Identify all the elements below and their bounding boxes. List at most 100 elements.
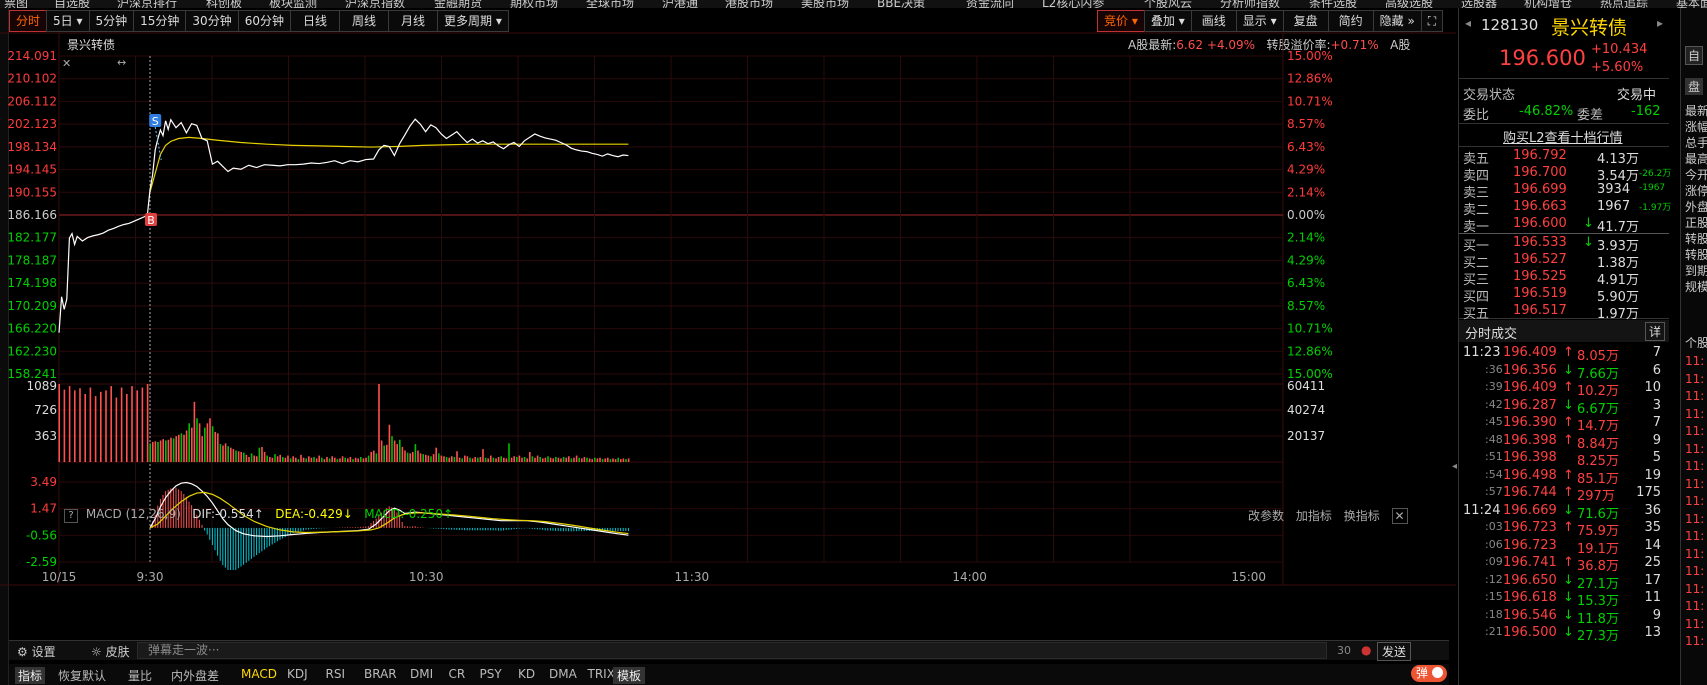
top-menu-item[interactable]: 机构增仓 — [1524, 0, 1572, 8]
trade-volume: 36.8万 — [1577, 559, 1619, 574]
ticks-detail-button[interactable]: 详 — [1645, 322, 1666, 341]
volume-bar — [432, 454, 435, 462]
volume-bar — [105, 390, 107, 462]
volume-bar — [352, 459, 354, 462]
volume-bar — [232, 449, 235, 462]
indicator-tab-psy[interactable]: PSY — [480, 667, 502, 681]
book-price: 196.533 — [1513, 235, 1567, 250]
macd-value: MACD:-0.250↑ — [364, 507, 454, 521]
edit-params-link[interactable]: 改参数 — [1248, 509, 1284, 523]
volume-bar — [178, 434, 180, 462]
volume-bar — [552, 458, 554, 462]
up-arrow-icon: ↑ — [1563, 380, 1574, 395]
side-panel-item: 正股 — [1685, 216, 1707, 230]
pct-tick-label: 8.57% — [1287, 299, 1325, 313]
macd-title: MACD (12,26,9) — [85, 507, 181, 521]
next-stock-icon[interactable]: ▸ — [1657, 16, 1663, 30]
pct-tick-label: 15.00% — [1287, 49, 1333, 63]
volume-bar — [471, 458, 474, 462]
trade-status: 交易中 — [1617, 88, 1657, 103]
indicator-tab-macd[interactable]: MACD — [241, 667, 277, 681]
emoji-icon[interactable]: ● — [1361, 643, 1371, 657]
add-indicator-link[interactable]: 加指标 — [1296, 509, 1332, 523]
volume-bar — [625, 459, 627, 462]
danmu-toggle[interactable]: 弹 — [1411, 665, 1447, 682]
book-price: 196.600 — [1513, 216, 1567, 231]
book-price: 196.792 — [1513, 148, 1567, 163]
prev-stock-icon[interactable]: ◂ — [1465, 16, 1471, 30]
settings-button[interactable]: ⚙ 设置 — [17, 643, 56, 660]
down-arrow-icon: ↓ — [1563, 625, 1574, 640]
side-panel-trade-time: 11: — [1685, 389, 1705, 403]
indicator-tab-rsi[interactable]: RSI — [326, 667, 346, 681]
down-arrow-icon: ↓ — [1563, 590, 1574, 605]
top-menu-item[interactable]: 基本面资讯 — [1676, 0, 1707, 8]
volume-bar — [258, 447, 261, 462]
volume-bar — [74, 390, 76, 462]
price-tick-label: 214.091 — [7, 49, 57, 63]
indicator-tab-量比[interactable]: 量比 — [128, 667, 152, 684]
indicator-tab-brar[interactable]: BRAR — [364, 667, 397, 681]
volume-bar — [570, 458, 573, 462]
side-panel-trade-time: 11: — [1685, 494, 1705, 508]
side-panel-trade-time: 11: — [1685, 371, 1705, 386]
volume-bar — [591, 459, 593, 462]
volume-bar — [79, 388, 81, 462]
volume-bar — [287, 455, 289, 462]
volume-bar — [490, 455, 492, 462]
volume-bar — [115, 397, 118, 462]
time-label: 11:30 — [675, 570, 710, 584]
indicator-tab-kd[interactable]: KD — [518, 667, 535, 681]
side-panel-trade-time: 11: — [1685, 616, 1705, 631]
skin-button[interactable]: ☼ 皮肤 — [91, 643, 130, 660]
volume-bar — [425, 454, 427, 462]
indicator-tab-cr[interactable]: CR — [449, 667, 466, 681]
volume-bar — [282, 456, 284, 462]
danmu-input[interactable]: 弹幕走一波··· — [137, 642, 1327, 659]
volume-bar — [461, 458, 463, 462]
l2-link[interactable]: 购买L2查看十档行情 — [1503, 127, 1623, 146]
pct-tick-label: 4.29% — [1287, 253, 1325, 267]
indicator-tab-dma[interactable]: DMA — [549, 667, 577, 681]
volume-bar — [438, 453, 440, 462]
volume-bar — [386, 444, 388, 462]
price-tick-label: 198.134 — [7, 140, 57, 154]
indicator-tab-trix[interactable]: TRIX — [588, 667, 615, 681]
side-panel-tab2[interactable]: 个股 — [1685, 334, 1707, 351]
palette-icon: ☼ — [91, 645, 102, 659]
book-label: 买四 — [1463, 290, 1490, 305]
volume-bar — [435, 447, 437, 462]
side-panel-trade-time: 11: — [1685, 529, 1705, 543]
indicator-tab-恢复默认[interactable]: 恢复默认 — [58, 667, 106, 684]
side-panel-item: 最高 — [1685, 152, 1707, 166]
volume-bar — [323, 459, 326, 462]
volume-bar — [310, 457, 313, 462]
top-menu-item[interactable]: 选股器 — [1461, 0, 1497, 8]
side-panel-tab[interactable]: 盘 — [1685, 78, 1704, 95]
volume-bar — [409, 453, 411, 462]
switch-indicator-link[interactable]: 换指标 — [1344, 509, 1380, 523]
volume-bar — [404, 450, 406, 462]
volume-bar — [378, 384, 380, 462]
send-button[interactable]: 发送 — [1377, 642, 1412, 661]
side-panel-trade-time: 11: — [1685, 354, 1705, 368]
side-panel-button[interactable]: 自 — [1685, 46, 1704, 65]
indicator-tab-内外盘差[interactable]: 内外盘差 — [171, 667, 219, 684]
indicator-tab-dmi[interactable]: DMI — [410, 667, 433, 681]
indicator-tab-模板[interactable]: 模板 — [613, 667, 646, 684]
help-icon[interactable]: ? — [64, 509, 78, 523]
volume-bar — [505, 458, 508, 462]
volume-bar — [58, 384, 60, 462]
volume-bar — [383, 445, 385, 462]
price-tick-label: 170.209 — [7, 299, 57, 313]
top-menu-item[interactable]: 热点追踪 — [1600, 0, 1648, 8]
trade-count: 19 — [1644, 467, 1661, 483]
close-icon[interactable]: ✕ — [1391, 508, 1408, 524]
volume-bar — [222, 445, 224, 462]
pct-tick-label: 6.43% — [1287, 276, 1325, 290]
intraday-chart[interactable]: 214.091 210.102 206.112 202.123 198.134 194.1… — [0, 0, 1456, 640]
volume-bar — [344, 457, 346, 462]
indicator-tab-kdj[interactable]: KDJ — [287, 667, 308, 681]
book-volume: 3.93万 — [1597, 239, 1639, 254]
indicator-tab-指标[interactable]: 指标 — [15, 667, 46, 684]
